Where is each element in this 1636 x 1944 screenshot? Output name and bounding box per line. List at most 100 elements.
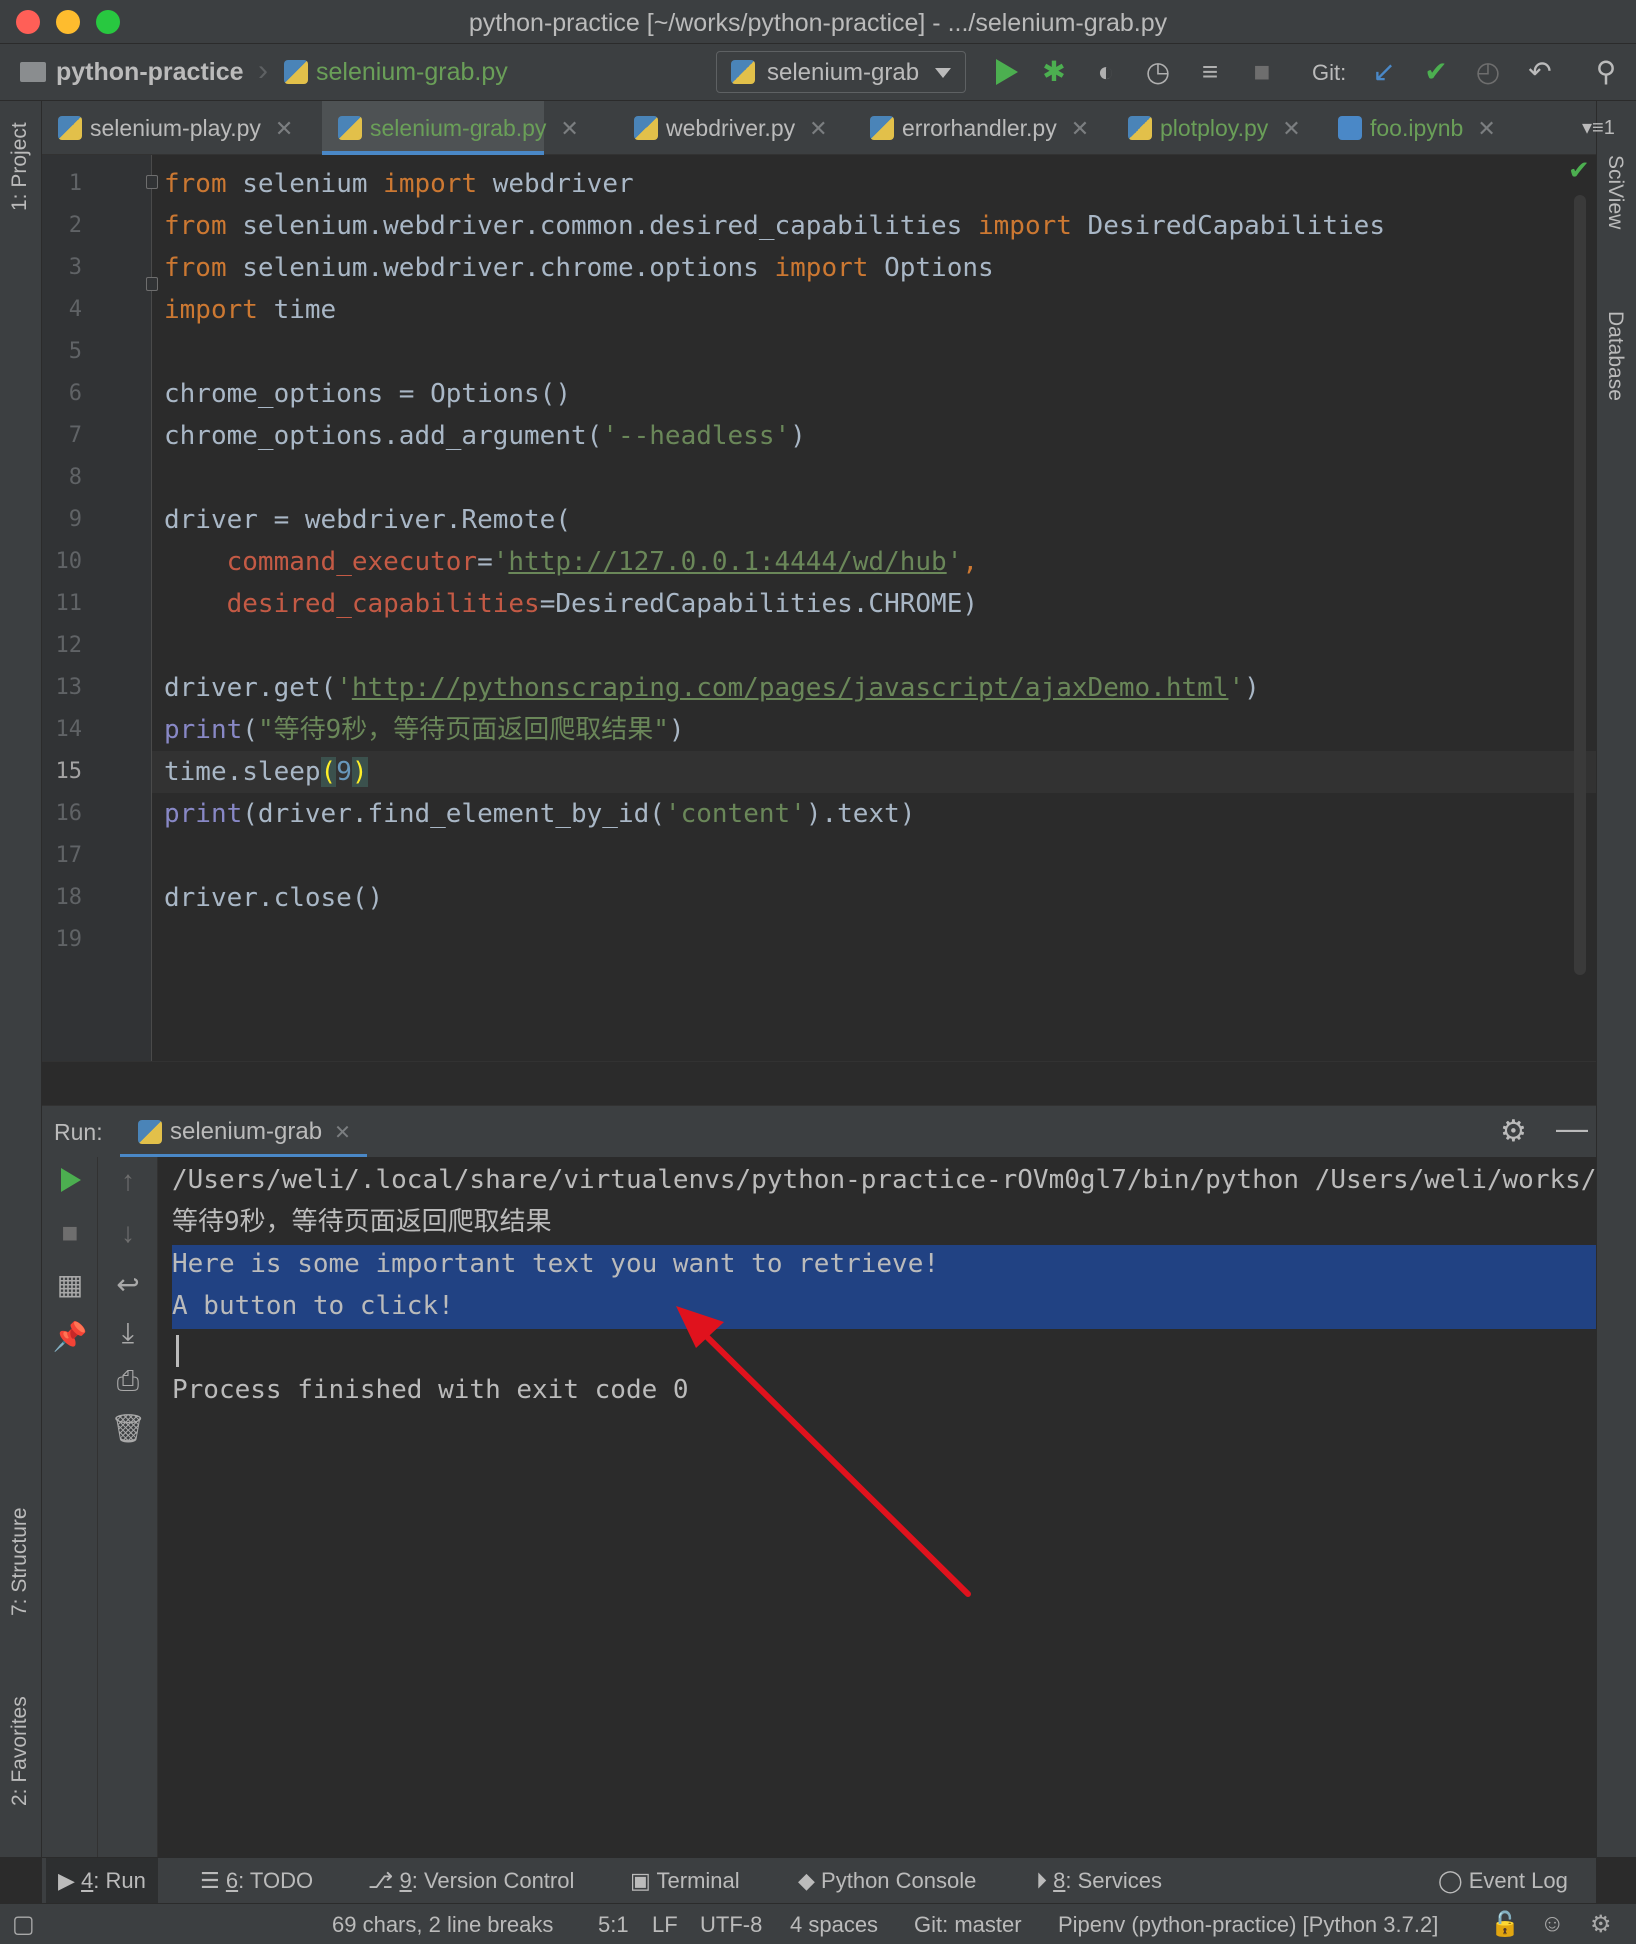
debug-button[interactable]: ✱ bbox=[1038, 56, 1070, 88]
tool-window-version-control[interactable]: ⎇ 9: Version Control bbox=[368, 1858, 574, 1904]
title-bar: python-practice [~/works/python-practice… bbox=[0, 0, 1636, 44]
search-everywhere-button[interactable]: ⚲ bbox=[1590, 56, 1622, 88]
tool-window-run[interactable]: ▶ 4: Run bbox=[46, 1858, 158, 1904]
status-line-separator[interactable]: LF bbox=[652, 1912, 678, 1938]
stop-button[interactable]: ■ bbox=[52, 1215, 88, 1251]
trash-icon: 🗑 bbox=[110, 1413, 146, 1444]
status-indent[interactable]: 4 spaces bbox=[790, 1912, 878, 1938]
tab-selenium-play[interactable]: selenium-play.py ✕ bbox=[42, 101, 293, 155]
stop-icon: ■ bbox=[61, 1217, 79, 1248]
console-line: 等待9秒，等待页面返回爬取结果 bbox=[172, 1207, 552, 1237]
scroll-down-button[interactable]: ↓ bbox=[110, 1215, 146, 1251]
editor-scrollbar[interactable] bbox=[1574, 195, 1586, 975]
tool-window-services[interactable]: ⏵ 8: Services bbox=[1036, 1858, 1162, 1904]
navigation-bar: python-practice › selenium-grab.py selen… bbox=[0, 44, 1636, 101]
tool-window-terminal[interactable]: ▣ Terminal bbox=[630, 1858, 740, 1904]
line-number: 7 bbox=[68, 423, 82, 448]
url-link[interactable]: http://127.0.0.1:4444/wd/hub bbox=[508, 547, 946, 577]
concurrency-diagram-button[interactable]: ≡ bbox=[1194, 56, 1226, 88]
close-icon[interactable]: ✕ bbox=[1477, 116, 1495, 141]
tool-tab-sciview[interactable]: SciView bbox=[1603, 155, 1627, 229]
line-number: 6 bbox=[68, 381, 82, 406]
code-line-1: from selenium import webdriver bbox=[164, 169, 634, 199]
stop-icon: ■ bbox=[1253, 56, 1271, 87]
close-icon[interactable]: ✕ bbox=[560, 116, 578, 141]
close-icon[interactable]: ✕ bbox=[275, 116, 293, 141]
status-caret-position[interactable]: 5:1 bbox=[598, 1912, 629, 1938]
console-output[interactable]: /Users/weli/.local/share/virtualenvs/pyt… bbox=[158, 1157, 1596, 1857]
console-line: Here is some important text you want to … bbox=[172, 1249, 940, 1279]
tool-tab-favorites[interactable]: 2: Favorites bbox=[8, 1696, 32, 1806]
inspection-ok-icon: ✔ bbox=[1568, 155, 1590, 185]
panel-splitter[interactable] bbox=[42, 1061, 1596, 1105]
tab-plotploy[interactable]: plotploy.py ✕ bbox=[1112, 101, 1312, 155]
branch-icon: ⎇ bbox=[368, 1868, 394, 1893]
inspector-icon[interactable]: ☺ bbox=[1540, 1910, 1565, 1938]
pin-tab-button[interactable]: 📌 bbox=[52, 1319, 88, 1355]
tab-foo-ipynb[interactable]: foo.ipynb ✕ bbox=[1322, 101, 1522, 155]
clear-all-button[interactable]: 🗑 bbox=[110, 1411, 146, 1447]
url-link[interactable]: http://pythonscraping.com/pages/javascri… bbox=[352, 673, 1229, 703]
close-icon[interactable]: ✕ bbox=[809, 116, 827, 141]
run-tab-selenium-grab[interactable]: selenium-grab ✕ bbox=[120, 1106, 367, 1158]
run-with-coverage-button[interactable]: ◐ bbox=[1090, 56, 1122, 88]
line-number: 2 bbox=[68, 213, 82, 238]
breadcrumb-project[interactable]: python-practice bbox=[56, 58, 244, 87]
tab-overflow-button[interactable]: ▾≡1 bbox=[1582, 115, 1615, 140]
git-rollback-button[interactable]: ↶ bbox=[1524, 56, 1556, 88]
minimize-icon[interactable]: — bbox=[1556, 1110, 1588, 1147]
tool-window-event-log[interactable]: ◯ Event Log bbox=[1438, 1858, 1568, 1904]
close-icon[interactable]: ✕ bbox=[1282, 116, 1300, 141]
soft-wrap-button[interactable]: ↩ bbox=[110, 1267, 146, 1303]
tool-tab-structure[interactable]: 7: Structure bbox=[8, 1507, 32, 1616]
rerun-button[interactable] bbox=[52, 1163, 88, 1199]
print-button[interactable]: ⎙ bbox=[110, 1363, 146, 1399]
coverage-icon: ◐ bbox=[1097, 56, 1115, 87]
tab-selenium-grab[interactable]: selenium-grab.py ✕ bbox=[322, 101, 579, 155]
status-interpreter[interactable]: Pipenv (python-practice) [Python 3.7.2] bbox=[1058, 1912, 1438, 1938]
tab-errorhandler[interactable]: errorhandler.py ✕ bbox=[854, 101, 1089, 155]
window-title: python-practice [~/works/python-practice… bbox=[468, 9, 1168, 37]
scroll-up-button[interactable]: ↑ bbox=[110, 1163, 146, 1199]
toggle-tool-windows-icon[interactable]: ▢ bbox=[12, 1910, 35, 1939]
status-git-branch[interactable]: Git: master bbox=[914, 1912, 1022, 1938]
breadcrumb-file[interactable]: selenium-grab.py bbox=[316, 58, 508, 87]
profile-button[interactable]: ◷ bbox=[1142, 56, 1174, 88]
fold-icon[interactable] bbox=[146, 277, 158, 291]
wrap-icon: ↩ bbox=[116, 1269, 140, 1300]
line-number: 10 bbox=[55, 549, 83, 574]
list-icon: ☰ bbox=[200, 1868, 220, 1893]
right-tool-strip: SciView Database bbox=[1596, 101, 1636, 1857]
git-update-button[interactable]: ↙ bbox=[1368, 56, 1400, 88]
tool-window-todo[interactable]: ☰ 6: TODO bbox=[200, 1858, 313, 1904]
tab-overflow-count: 1 bbox=[1603, 117, 1615, 139]
arrow-down-icon: ↓ bbox=[121, 1217, 135, 1248]
run-configuration-select[interactable]: selenium-grab bbox=[716, 51, 966, 93]
gear-icon[interactable]: ⚙ bbox=[1500, 1114, 1527, 1149]
tab-label: errorhandler.py bbox=[902, 115, 1057, 141]
layout-button[interactable]: ▦ bbox=[52, 1267, 88, 1303]
line-number: 13 bbox=[55, 675, 83, 700]
git-commit-button[interactable]: ✔ bbox=[1420, 56, 1452, 88]
services-icon: ⏵ bbox=[1036, 1868, 1048, 1893]
python-file-icon bbox=[138, 1120, 162, 1144]
stop-button[interactable]: ■ bbox=[1246, 56, 1278, 88]
git-history-button[interactable]: ◴ bbox=[1472, 56, 1504, 88]
python-icon: ◆ bbox=[798, 1868, 815, 1893]
tool-tab-project[interactable]: 1: Project bbox=[8, 122, 32, 211]
line-number: 17 bbox=[55, 843, 83, 868]
play-icon: ▶ bbox=[58, 1868, 75, 1893]
tool-window-python-console[interactable]: ◆ Python Console bbox=[798, 1858, 976, 1904]
run-button[interactable] bbox=[990, 56, 1022, 88]
tool-tab-database[interactable]: Database bbox=[1603, 311, 1627, 401]
close-icon[interactable]: ✕ bbox=[334, 1122, 351, 1144]
scroll-to-end-button[interactable]: ⤓ bbox=[110, 1315, 146, 1351]
close-icon[interactable]: ✕ bbox=[1071, 116, 1089, 141]
status-encoding[interactable]: UTF-8 bbox=[700, 1912, 762, 1938]
memory-indicator-icon[interactable]: ⚙ bbox=[1590, 1910, 1612, 1939]
lock-icon[interactable]: 🔓 bbox=[1490, 1910, 1520, 1939]
tab-webdriver[interactable]: webdriver.py ✕ bbox=[618, 101, 828, 155]
fold-icon[interactable] bbox=[146, 175, 158, 189]
line-number: 19 bbox=[55, 927, 83, 952]
code-editor[interactable]: ✔ 1 2 3 4 5 6 7 8 9 10 11 12 13 14 15 16 17 18 19 from sel… bbox=[42, 155, 1596, 1061]
